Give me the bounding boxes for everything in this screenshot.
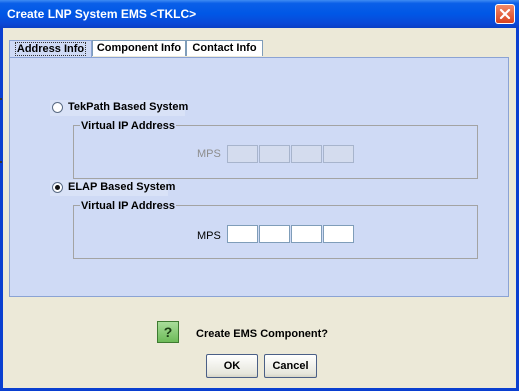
tekpath-radio-option[interactable]: TekPath Based System [50, 100, 189, 116]
tekpath-ip-octet-4 [323, 145, 354, 163]
tab-address-info-label: Address Info [14, 42, 87, 56]
tab-component-info-label: Component Info [96, 42, 182, 54]
tekpath-mps-label: MPS [197, 148, 221, 160]
question-icon: ? [157, 321, 179, 343]
elap-radio-option[interactable]: ELAP Based System [50, 180, 175, 196]
title-bar: Create LNP System EMS <TKLC> [0, 0, 519, 28]
ok-button[interactable]: OK [206, 354, 258, 378]
tekpath-group-title: Virtual IP Address [80, 120, 176, 132]
close-button[interactable] [495, 4, 515, 24]
address-info-panel: TekPath Based System Virtual IP Address … [9, 57, 509, 297]
tekpath-ip-octet-1 [227, 145, 258, 163]
elap-mps-label: MPS [197, 230, 221, 242]
elap-ip-octet-4[interactable] [323, 225, 354, 243]
tab-address-info[interactable]: Address Info [9, 40, 92, 58]
elap-group-title: Virtual IP Address [80, 200, 176, 212]
close-icon [499, 8, 511, 20]
elap-radio-label: ELAP Based System [68, 181, 176, 193]
elap-ip-octet-1[interactable] [227, 225, 258, 243]
edge-mark [0, 161, 2, 163]
create-prompt-text: Create EMS Component? [196, 328, 329, 340]
tekpath-radio[interactable] [52, 102, 63, 113]
tekpath-ip-octet-3 [291, 145, 322, 163]
tekpath-radio-label: TekPath Based System [68, 101, 189, 113]
elap-ip-octet-3[interactable] [291, 225, 322, 243]
tekpath-virtual-ip-group: Virtual IP Address MPS [73, 120, 478, 179]
tekpath-ip-octet-2 [259, 145, 290, 163]
tab-contact-info-label: Contact Info [192, 42, 257, 54]
cancel-button[interactable]: Cancel [264, 354, 317, 378]
elap-ip-octet-2[interactable] [259, 225, 290, 243]
elap-virtual-ip-group: Virtual IP Address MPS [73, 200, 478, 259]
edge-mark [0, 98, 2, 100]
window-title: Create LNP System EMS <TKLC> [7, 7, 197, 21]
tab-component-info[interactable]: Component Info [92, 40, 186, 56]
tab-contact-info[interactable]: Contact Info [186, 40, 263, 56]
elap-radio[interactable] [52, 182, 63, 193]
